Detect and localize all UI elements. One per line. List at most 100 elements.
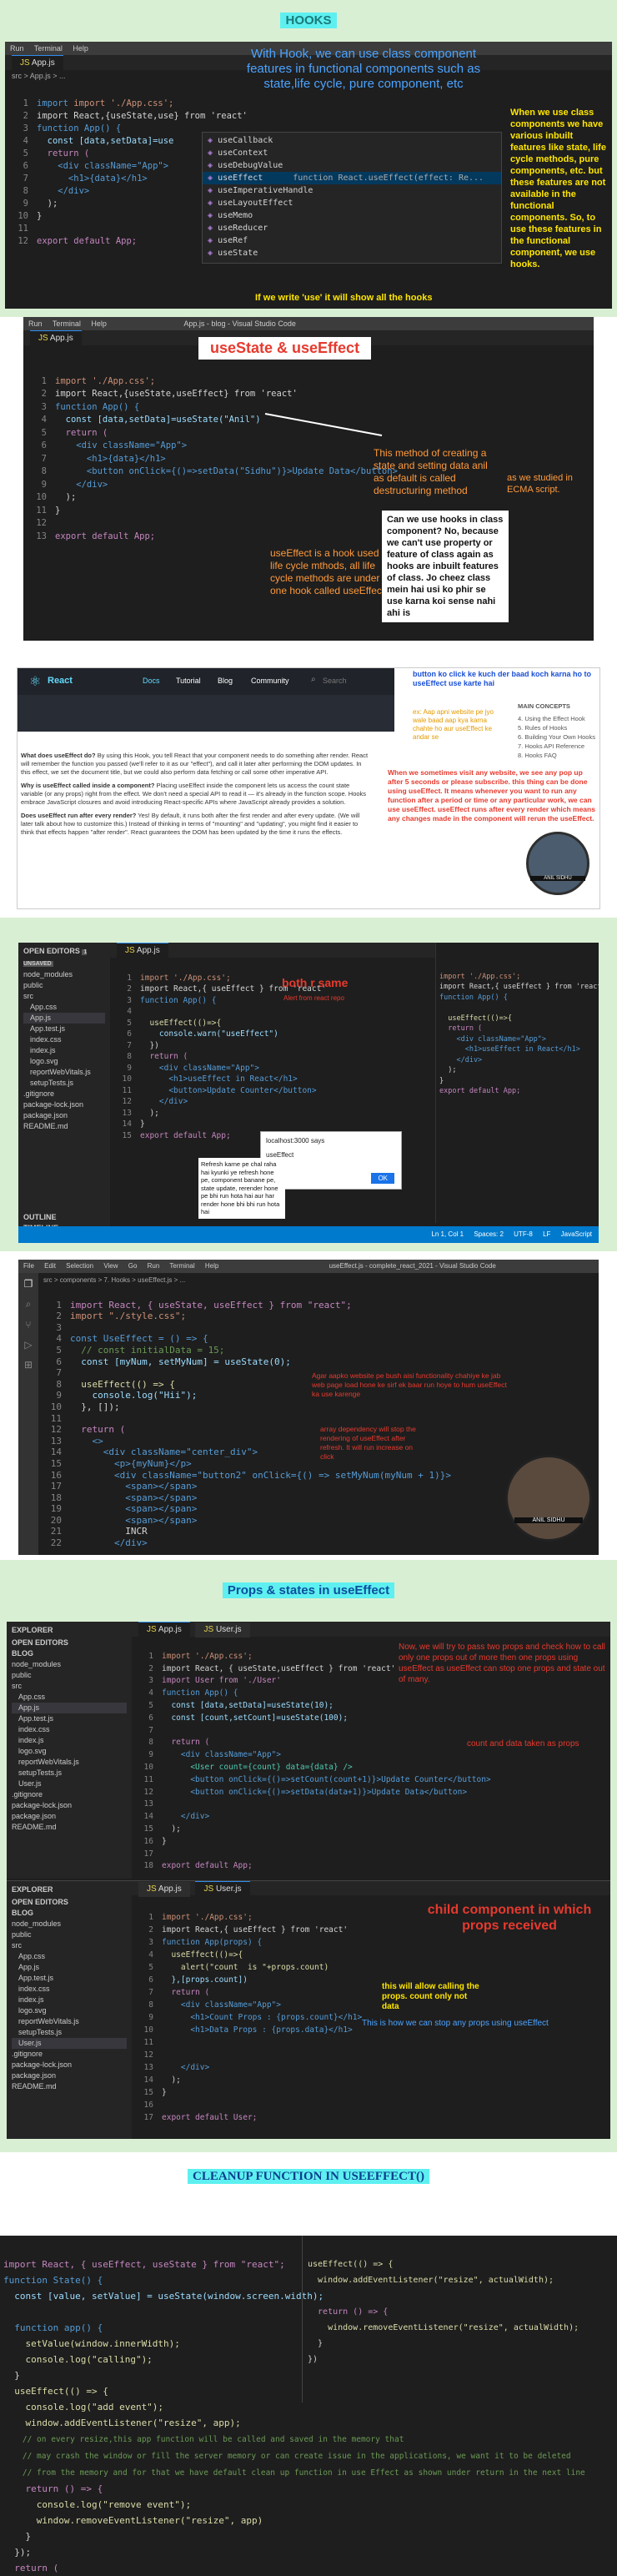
file-item[interactable]: reportWebVitals.js <box>23 1067 105 1078</box>
nav-docs[interactable]: Docs <box>143 677 160 685</box>
nav-community[interactable]: Community <box>251 677 289 685</box>
debug-icon[interactable]: ▷ <box>18 1339 38 1351</box>
tab-user-js[interactable]: JS User.js <box>195 1623 250 1638</box>
file-item[interactable]: index.css <box>23 1034 105 1045</box>
menu-item[interactable]: Selection <box>66 1262 93 1270</box>
file-item[interactable]: App.css <box>12 1692 127 1703</box>
file-item[interactable]: src <box>23 991 105 1002</box>
side-code-editor[interactable]: useEffect(() => { window.addEventListene… <box>308 2241 579 2383</box>
file-item[interactable]: .gitignore <box>23 1089 105 1099</box>
code-editor-bottom[interactable]: 1 import './App.css'; 2 import React,{ use… <box>135 1899 363 2136</box>
file-item[interactable]: src <box>12 1940 127 1951</box>
nav-react[interactable]: React <box>48 676 73 686</box>
outline-panel[interactable]: OUTLINE <box>23 1212 105 1223</box>
file-item[interactable]: README.md <box>23 1121 105 1132</box>
files-icon[interactable]: ❐ <box>18 1278 38 1290</box>
file-item[interactable]: App.js <box>12 1703 127 1713</box>
file-item[interactable]: App.test.js <box>23 1024 105 1034</box>
file-item[interactable]: App.css <box>12 1951 127 1962</box>
file-item[interactable]: setupTests.js <box>12 1768 127 1779</box>
file-item[interactable]: logo.svg <box>12 2005 127 2016</box>
file-item[interactable]: package.json <box>12 1811 127 1822</box>
tab-app-js[interactable]: JS App.js <box>138 1882 190 1897</box>
tab-app-js[interactable]: JS App.js <box>117 943 168 958</box>
project-root[interactable]: BLOG <box>12 1908 127 1919</box>
suggestion-item[interactable]: ◈ useReducer <box>203 222 501 234</box>
menu-help[interactable]: Help <box>73 44 88 53</box>
menu-item[interactable]: File <box>23 1262 34 1270</box>
suggestion-item[interactable]: ◈ useImperativeHandle <box>203 184 501 197</box>
suggestion-item-selected[interactable]: ◈ useEffect function React.useEffect(eff… <box>203 172 501 184</box>
file-item[interactable]: index.css <box>12 1724 127 1735</box>
file-item[interactable]: reportWebVitals.js <box>12 2016 127 2027</box>
code-editor[interactable]: 1 import './App.css'; 2 import React,{ use… <box>113 961 327 1153</box>
search-icon[interactable]: ⌕ <box>311 675 316 684</box>
file-item[interactable]: App.css <box>23 1002 105 1013</box>
file-item[interactable]: package-lock.json <box>23 1099 105 1110</box>
file-item[interactable]: .gitignore <box>12 2049 127 2060</box>
file-item[interactable]: index.js <box>12 1995 127 2005</box>
status-language[interactable]: JavaScript <box>561 1230 592 1238</box>
search-icon[interactable]: ⌕ <box>18 1298 38 1311</box>
file-item[interactable]: src <box>12 1681 127 1692</box>
menu-item[interactable]: Terminal <box>169 1262 194 1270</box>
project-root[interactable]: BLOG <box>12 1648 127 1659</box>
suggestion-item[interactable]: ◈ useRef <box>203 234 501 247</box>
file-item[interactable]: package.json <box>23 1110 105 1121</box>
file-item[interactable]: node_modules <box>12 1919 127 1929</box>
file-item[interactable]: setupTests.js <box>12 2027 127 2038</box>
file-item[interactable]: node_modules <box>12 1659 127 1670</box>
file-item[interactable]: App.js <box>23 1013 105 1024</box>
search-input[interactable]: Search <box>323 677 347 685</box>
tab-app-js[interactable]: JS App.js <box>12 55 63 71</box>
open-editors[interactable]: OPEN EDITORS <box>12 1897 127 1908</box>
side-list-item[interactable]: 8. Hooks FAQ <box>518 751 598 760</box>
file-item[interactable]: User.js <box>12 2038 127 2049</box>
file-item[interactable]: App.js <box>12 1962 127 1973</box>
menu-terminal[interactable]: Terminal <box>34 44 63 53</box>
file-item[interactable]: package.json <box>12 2070 127 2081</box>
file-item[interactable]: User.js <box>12 1779 127 1789</box>
suggestion-item[interactable]: ◈ useState <box>203 247 501 259</box>
menu-item[interactable]: Help <box>205 1262 218 1270</box>
tab-user-js[interactable]: JS User.js <box>195 1881 250 1897</box>
status-position[interactable]: Ln 1, Col 1 <box>431 1230 464 1238</box>
status-encoding[interactable]: UTF-8 <box>514 1230 533 1238</box>
suggestion-item[interactable]: ◈ useDebugValue <box>203 159 501 172</box>
dialog-ok-button[interactable]: OK <box>371 1173 394 1184</box>
side-list-item[interactable]: 6. Building Your Own Hooks <box>518 732 598 742</box>
file-item[interactable]: public <box>12 1929 127 1940</box>
side-list-item[interactable]: 4. Using the Effect Hook <box>518 714 598 723</box>
right-code-editor[interactable]: import './App.css'; import React,{ useEf… <box>439 961 599 1107</box>
file-item[interactable]: index.css <box>12 1984 127 1995</box>
code-editor[interactable]: 1 import React, { useState, useEffect } f… <box>43 1288 451 1555</box>
react-logo-icon[interactable]: ⚛ <box>29 673 41 690</box>
suggestion-item[interactable]: ◈ useCallback <box>203 134 501 147</box>
suggestion-popup[interactable]: ◈ useCallback ◈ useContext ◈ useDebugVal… <box>202 132 502 264</box>
file-item[interactable]: logo.svg <box>12 1746 127 1757</box>
file-item[interactable]: App.test.js <box>12 1713 127 1724</box>
file-item[interactable]: package-lock.json <box>12 2060 127 2070</box>
source-control-icon[interactable]: ⑂ <box>18 1319 38 1331</box>
open-editors[interactable]: OPEN EDITORS <box>12 1638 127 1648</box>
suggestion-item[interactable]: ◈ useMemo <box>203 209 501 222</box>
menu-item[interactable]: Go <box>128 1262 138 1270</box>
menu-item[interactable]: Run <box>148 1262 160 1270</box>
tab-app-js[interactable]: JS App.js <box>138 1622 190 1638</box>
menu-item[interactable]: View <box>103 1262 118 1270</box>
file-item[interactable]: setupTests.js <box>23 1078 105 1089</box>
file-item[interactable]: index.js <box>23 1045 105 1056</box>
menu-item[interactable]: Edit <box>44 1262 56 1270</box>
file-item[interactable]: reportWebVitals.js <box>12 1757 127 1768</box>
side-list-item[interactable]: 7. Hooks API Reference <box>518 742 598 751</box>
file-item[interactable]: .gitignore <box>12 1789 127 1800</box>
file-item[interactable]: README.md <box>12 1822 127 1833</box>
side-list-item[interactable]: 5. Rules of Hooks <box>518 723 598 732</box>
suggestion-item[interactable]: ◈ useLayoutEffect <box>203 197 501 209</box>
nav-blog[interactable]: Blog <box>218 677 233 685</box>
nav-tutorial[interactable]: Tutorial <box>176 677 201 685</box>
file-item[interactable]: logo.svg <box>23 1056 105 1067</box>
file-item[interactable]: README.md <box>12 2081 127 2092</box>
extensions-icon[interactable]: ⊞ <box>18 1359 38 1371</box>
status-eol[interactable]: LF <box>543 1230 550 1238</box>
